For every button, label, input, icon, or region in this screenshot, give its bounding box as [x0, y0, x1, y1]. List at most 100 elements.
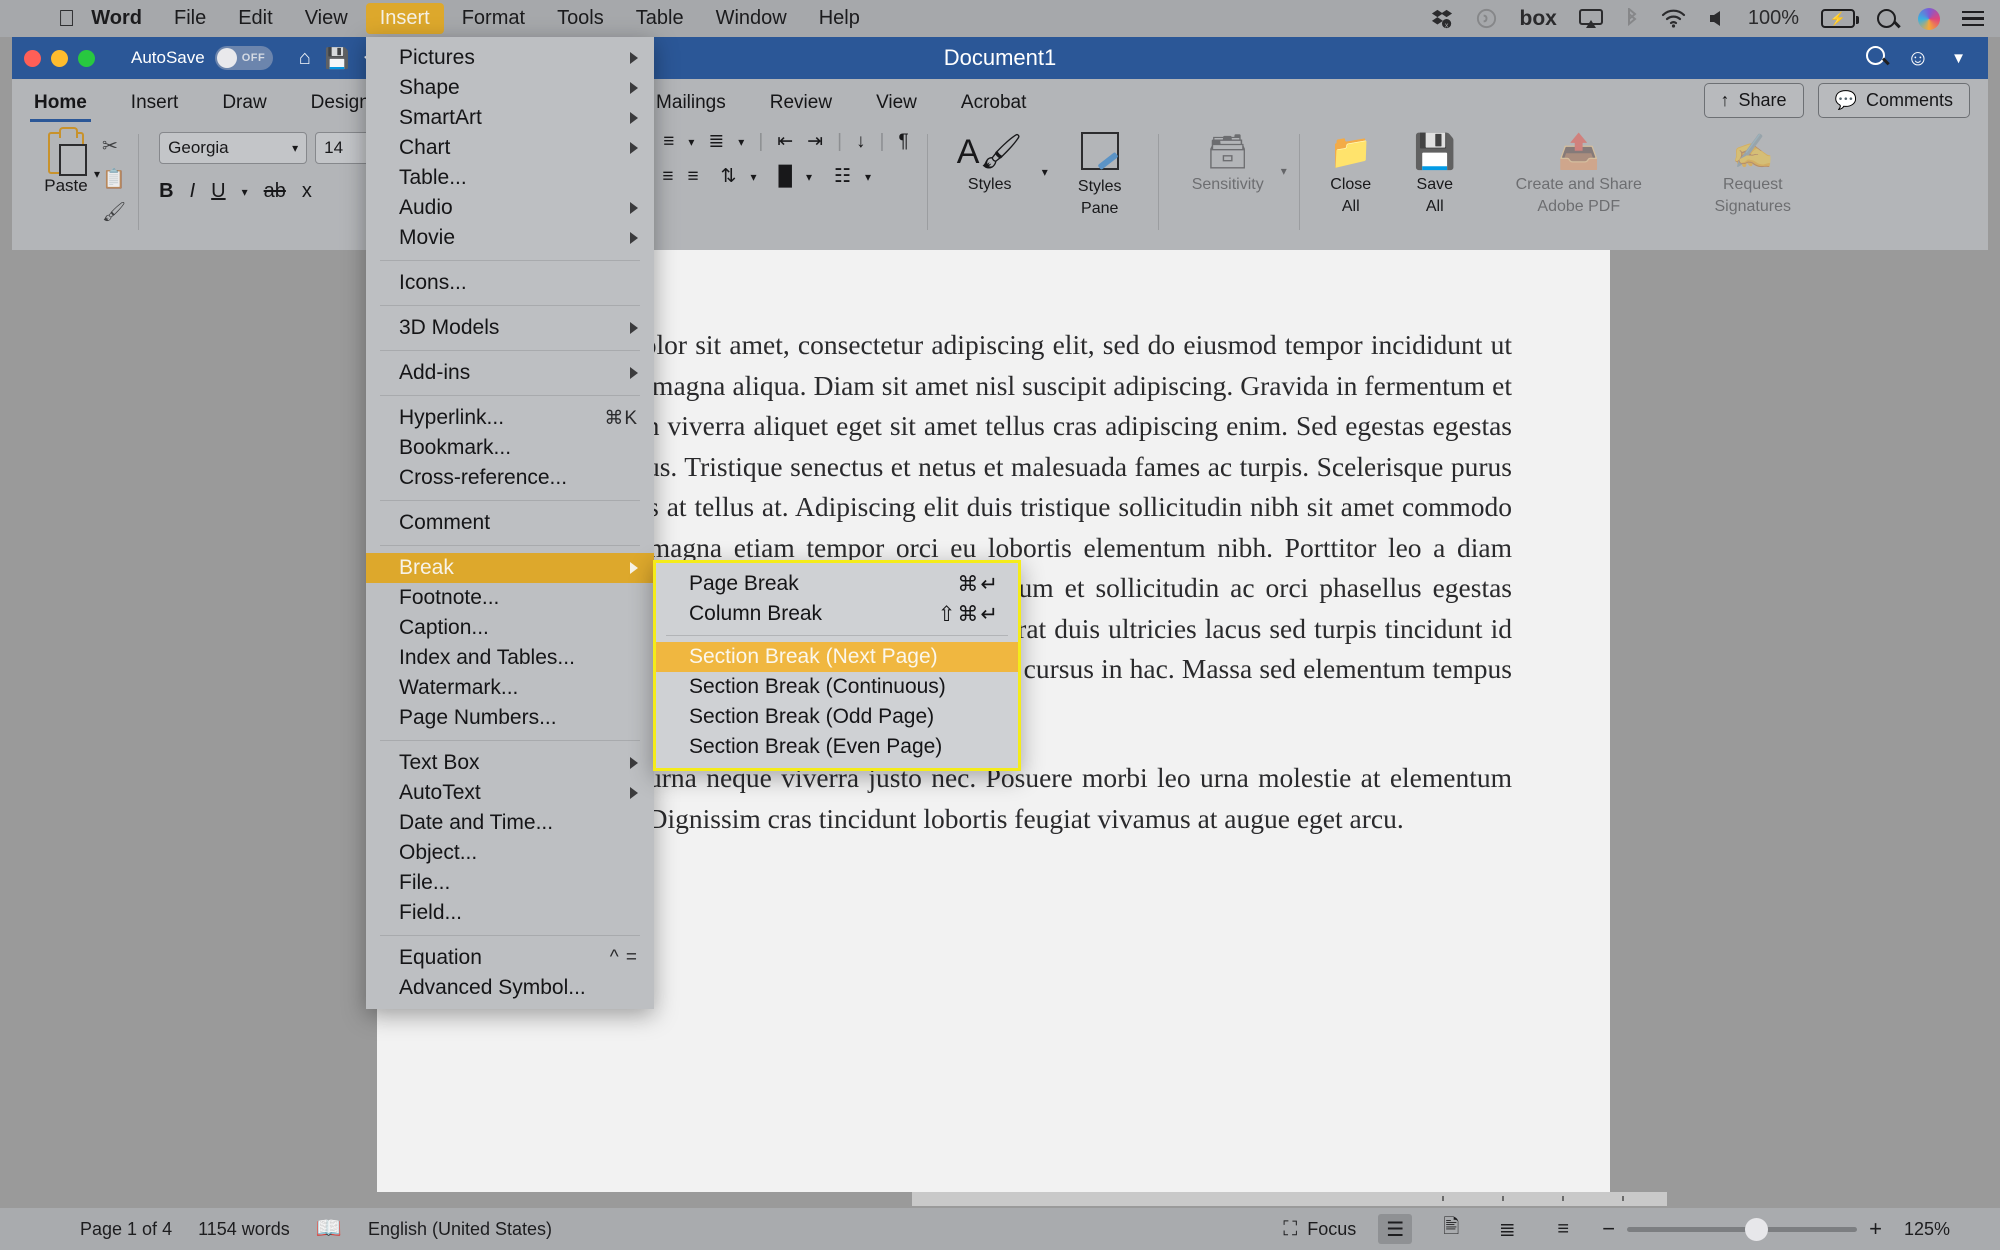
paste-chevron-down-icon[interactable]: ▾	[94, 167, 100, 181]
menubar-item-insert[interactable]: Insert	[365, 3, 444, 34]
italic-button[interactable]: I	[190, 180, 196, 203]
autosave-control[interactable]: AutoSave OFF	[131, 46, 273, 70]
menu-item-autotext[interactable]: AutoText	[366, 778, 654, 808]
tab-draw[interactable]: Draw	[200, 92, 288, 124]
menu-item-index-and-tables[interactable]: Index and Tables...	[366, 643, 654, 673]
autosave-toggle[interactable]: OFF	[214, 46, 273, 70]
menubar-item-format[interactable]: Format	[448, 3, 539, 34]
create-and-share-pdf-button[interactable]: 📤 Create and Share Adobe PDF	[1484, 132, 1674, 217]
menu-item-3d-models[interactable]: 3D Models	[366, 313, 654, 343]
web-layout-view-button[interactable]: 🖹	[1434, 1214, 1468, 1244]
zoom-out-button[interactable]: −	[1602, 1216, 1615, 1242]
menu-item-shape[interactable]: Shape	[366, 73, 654, 103]
shading-chevron-down-icon[interactable]: ▾	[806, 170, 812, 184]
menubar-item-table[interactable]: Table	[622, 3, 698, 34]
menubar-item-tools[interactable]: Tools	[543, 3, 618, 34]
line-spacing-icon[interactable]: ⇅	[721, 165, 737, 188]
dropbox-icon[interactable]: x	[1431, 8, 1453, 30]
request-signatures-button[interactable]: ✍ Request Signatures	[1688, 132, 1818, 217]
menu-item-audio[interactable]: Audio	[366, 193, 654, 223]
paste-button[interactable]: Paste	[34, 127, 98, 196]
menu-item-comment[interactable]: Comment	[366, 508, 654, 538]
comments-button[interactable]: 💬 Comments	[1817, 83, 1970, 118]
submenu-item-section-break-continuous[interactable]: Section Break (Continuous)	[656, 672, 1018, 702]
spotlight-search-icon[interactable]	[1877, 9, 1896, 28]
menubar-item-view[interactable]: View	[291, 3, 362, 34]
subscript-button[interactable]: x	[302, 180, 312, 203]
align-right-icon[interactable]: ≡	[662, 166, 673, 188]
proofing-errors-icon[interactable]: 📖	[316, 1217, 342, 1241]
styles-button[interactable]: A🖌 Styles	[944, 132, 1036, 194]
sort-az-icon[interactable]: ↓	[856, 131, 866, 153]
submenu-item-section-break-next-page[interactable]: Section Break (Next Page)	[656, 642, 1018, 672]
submenu-item-section-break-odd-page[interactable]: Section Break (Odd Page)	[656, 702, 1018, 732]
zoom-slider-thumb[interactable]	[1745, 1217, 1769, 1241]
zoom-level-label[interactable]: 125%	[1904, 1219, 1950, 1240]
control-center-icon[interactable]	[1962, 10, 1984, 27]
submenu-item-section-break-even-page[interactable]: Section Break (Even Page)	[656, 732, 1018, 762]
siri-icon[interactable]	[1918, 7, 1940, 30]
volume-icon[interactable]	[1708, 9, 1726, 28]
outline-view-button[interactable]: ≣	[1490, 1214, 1524, 1244]
menubar-item-edit[interactable]: Edit	[224, 3, 286, 34]
menu-item-field[interactable]: Field...	[366, 898, 654, 928]
shading-icon[interactable]: █	[778, 166, 791, 188]
focus-mode-button[interactable]: ⛶ Focus	[1283, 1218, 1356, 1241]
menu-item-cross-reference[interactable]: Cross-reference...	[366, 463, 654, 493]
menu-item-text-box[interactable]: Text Box	[366, 748, 654, 778]
menu-item-advanced-symbol[interactable]: Advanced Symbol...	[366, 973, 654, 1003]
menu-item-table[interactable]: Table...	[366, 163, 654, 193]
menubar-item-file[interactable]: File	[160, 3, 220, 34]
close-all-button[interactable]: 📁 Close All	[1316, 132, 1386, 217]
battery-charging-icon[interactable]: ⚡	[1821, 9, 1859, 28]
share-button[interactable]: ↑ Share	[1703, 83, 1804, 118]
submenu-item-page-break[interactable]: Page Break ⌘↵	[656, 569, 1018, 599]
decrease-indent-icon[interactable]: ⇤	[777, 130, 793, 153]
numbering-chevron-down-icon[interactable]: ▾	[688, 135, 694, 149]
line-spacing-chevron-down-icon[interactable]: ▾	[750, 170, 756, 184]
print-layout-view-button[interactable]: ☰	[1378, 1214, 1413, 1244]
home-icon[interactable]: ⌂	[299, 47, 311, 70]
word-count[interactable]: 1154 words	[198, 1219, 290, 1240]
zoom-in-button[interactable]: +	[1869, 1216, 1882, 1242]
tab-acrobat[interactable]: Acrobat	[939, 92, 1048, 124]
borders-chevron-down-icon[interactable]: ▾	[865, 170, 871, 184]
menubar-item-help[interactable]: Help	[805, 3, 874, 34]
menu-item-footnote[interactable]: Footnote...	[366, 583, 654, 613]
scissors-icon[interactable]: ✂	[102, 135, 126, 158]
borders-icon[interactable]: ☷	[834, 165, 851, 188]
copy-icon[interactable]: 📋	[102, 167, 126, 191]
menu-item-icons[interactable]: Icons...	[366, 268, 654, 298]
sensitivity-chevron-down-icon[interactable]: ▾	[1281, 164, 1287, 178]
tab-insert[interactable]: Insert	[109, 92, 201, 124]
horizontal-ruler[interactable]	[12, 1192, 1988, 1208]
menu-item-object[interactable]: Object...	[366, 838, 654, 868]
tab-view[interactable]: View	[854, 92, 939, 124]
menu-item-smartart[interactable]: SmartArt	[366, 103, 654, 133]
styles-chevron-down-icon[interactable]: ▾	[1042, 165, 1048, 179]
menubar-item-word[interactable]: Word	[77, 3, 156, 34]
page-indicator[interactable]: Page 1 of 4	[80, 1219, 172, 1240]
close-window-button[interactable]	[24, 49, 41, 67]
menu-item-bookmark[interactable]: Bookmark...	[366, 433, 654, 463]
zoom-slider-track[interactable]	[1627, 1217, 1858, 1241]
font-family-select[interactable]: Georgia ▾	[159, 132, 308, 164]
sensitivity-button[interactable]: 🗃 Sensitivity	[1175, 132, 1281, 194]
format-painter-icon[interactable]: 🖌	[102, 200, 126, 224]
pilcrow-icon[interactable]: ¶	[898, 131, 908, 153]
multilevel-list-icon[interactable]: ≣	[708, 130, 724, 153]
menu-item-date-and-time[interactable]: Date and Time...	[366, 808, 654, 838]
menu-item-watermark[interactable]: Watermark...	[366, 673, 654, 703]
multilevel-chevron-down-icon[interactable]: ▾	[738, 135, 744, 149]
apple-icon[interactable]: 	[58, 7, 75, 30]
bluetooth-icon[interactable]	[1625, 7, 1639, 30]
tab-home[interactable]: Home	[12, 92, 109, 124]
menu-item-chart[interactable]: Chart	[366, 133, 654, 163]
justify-icon[interactable]: ≡	[687, 166, 698, 188]
menu-item-hyperlink[interactable]: Hyperlink... ⌘K	[366, 403, 654, 433]
save-all-button[interactable]: 💾 Save All	[1400, 132, 1470, 217]
menu-item-pictures[interactable]: Pictures	[366, 43, 654, 73]
box-icon[interactable]: box	[1520, 7, 1557, 31]
menubar-item-window[interactable]: Window	[702, 3, 801, 34]
smiley-icon[interactable]: ☺	[1907, 45, 1929, 71]
